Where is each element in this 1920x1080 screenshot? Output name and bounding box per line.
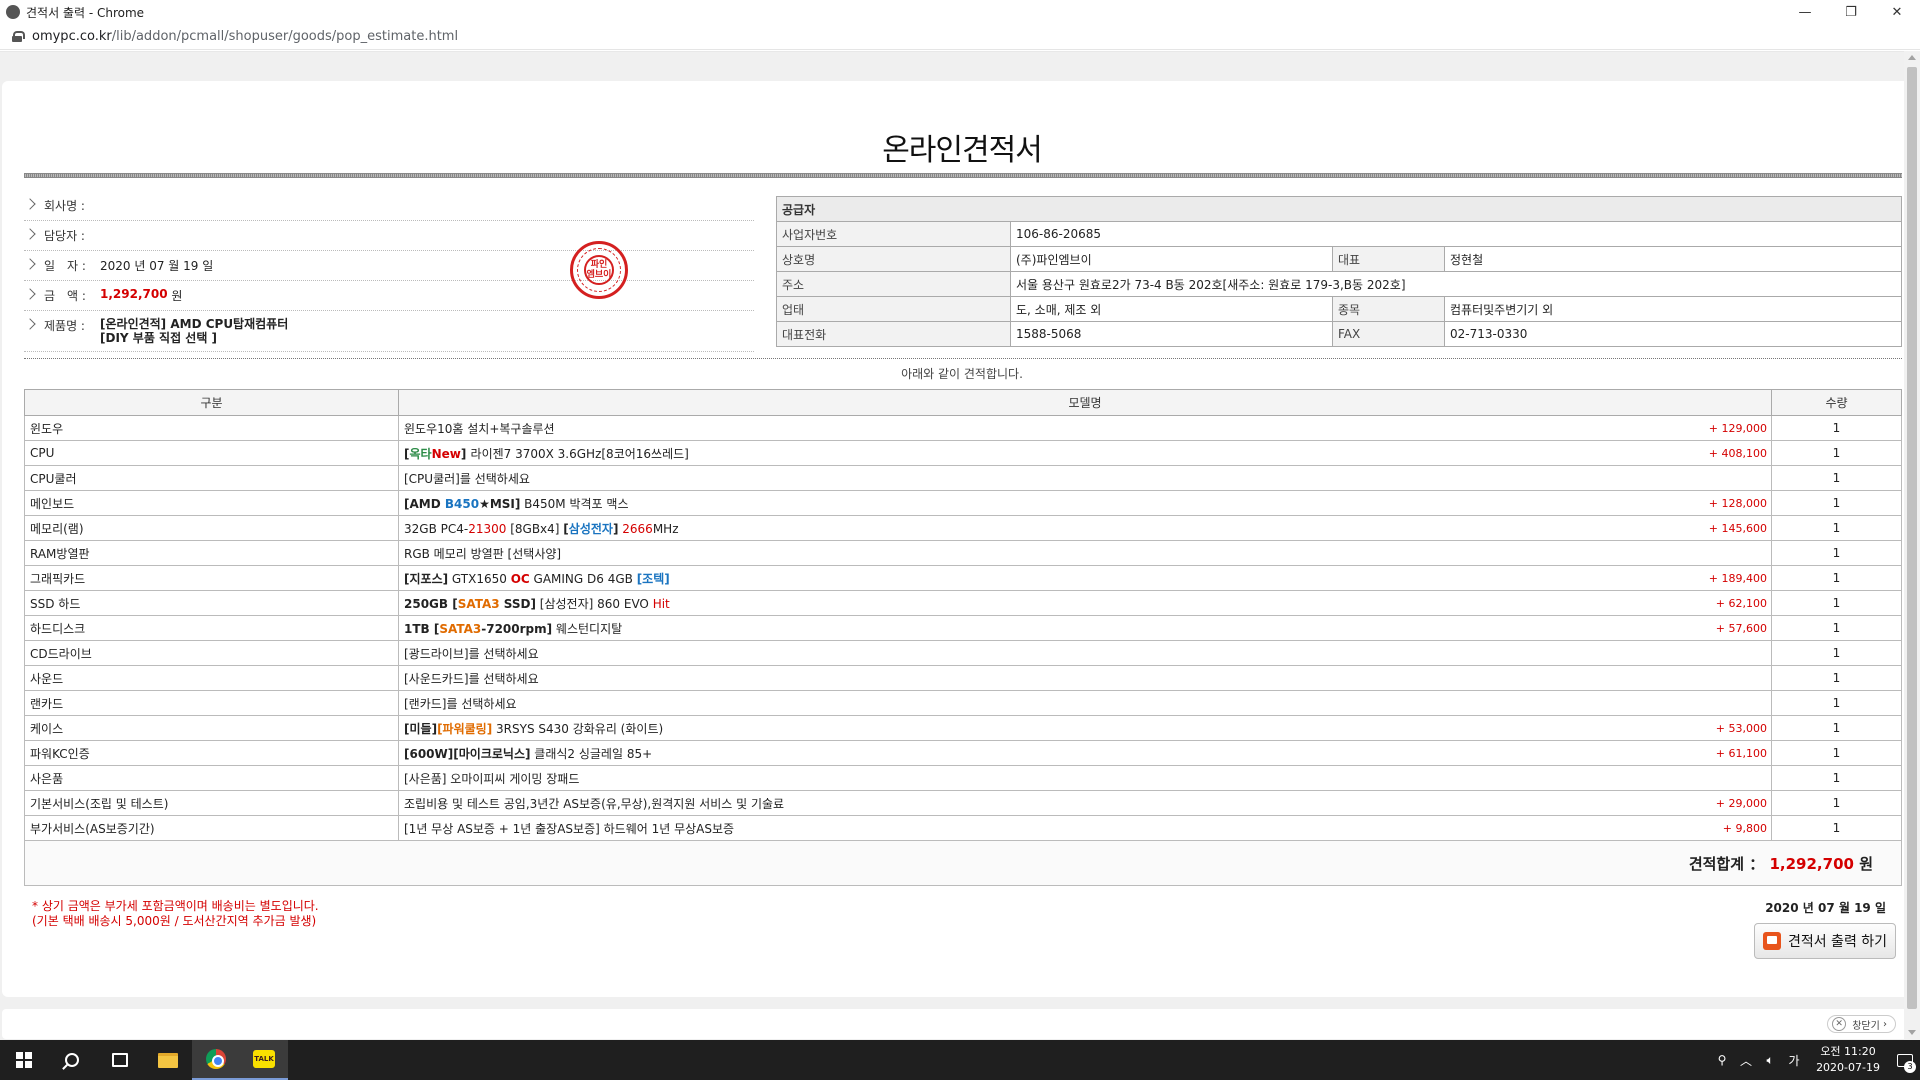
table-row: 기본서비스(조립 및 테스트) 조립비용 및 테스트 공임,3년간 AS보증(유,…	[24, 790, 1902, 816]
windows-icon	[16, 1052, 32, 1068]
system-tray: ⚲ ︿ 🔈︎ 가 오전 11:20 2020-07-19 3	[1710, 1040, 1920, 1080]
estimate-table: 구분모델명수량 윈도우윈도우10홈 설치+복구솔루션129,0001 CPU[옥…	[24, 389, 1902, 886]
start-button[interactable]	[0, 1040, 48, 1080]
biz-no: 106-86-20685	[1010, 221, 1902, 247]
lock-icon	[12, 31, 25, 42]
print-estimate-button[interactable]: 견적서 출력 하기	[1754, 923, 1896, 959]
people-icon[interactable]: ⚲	[1710, 1053, 1734, 1067]
file-explorer-button[interactable]	[144, 1040, 192, 1080]
scrollbar[interactable]	[1904, 51, 1920, 1040]
chevron-right-icon	[24, 288, 36, 300]
chrome-icon	[6, 5, 20, 19]
bottom-bar: ✕ 창닫기 ›	[2, 1009, 1916, 1039]
close-popup-button[interactable]: ✕ 창닫기 ›	[1827, 1015, 1896, 1033]
supplier-fax: 02-713-0330	[1444, 321, 1902, 347]
restore-button[interactable]: ❐	[1828, 0, 1874, 24]
estimate-intro: 아래와 같이 견적합니다.	[901, 367, 1023, 381]
ceo-name: 정현철	[1444, 246, 1902, 272]
url-path: /lib/addon/pcmall/shopuser/goods/pop_est…	[111, 29, 459, 44]
table-row: 그래픽카드 [지포스] GTX1650 OC GAMING D6 4GB [조텍]…	[24, 565, 1902, 591]
chevron-right-icon	[24, 318, 36, 330]
issue-date: 2020 년 07 월 19 일	[1765, 901, 1886, 915]
customer-info: 회사명 : 담당자 : 일 자 :2020 년 07 월 19 일 금 액 :1…	[24, 191, 754, 352]
company-seal: 파인 엠브이	[570, 241, 628, 299]
chevron-up-icon[interactable]: ︿	[1734, 1052, 1758, 1069]
table-row: CPU[옥타New] 라이젠7 3700X 3.6GHz[8코어16쓰레드]40…	[24, 440, 1902, 466]
volume-icon[interactable]: 🔈︎	[1758, 1053, 1782, 1068]
table-row: 메인보드[AMD B450★MSI] B450M 박격포 맥스128,0001	[24, 490, 1902, 516]
url-host: omypc.co.kr	[32, 29, 112, 44]
address-bar[interactable]: omypc.co.kr/lib/addon/pcmall/shopuser/go…	[0, 24, 1920, 50]
search-icon	[65, 1053, 79, 1067]
table-row: CPU쿨러 [CPU쿨러]를 선택하세요 1	[24, 465, 1902, 491]
table-row: 사은품 [사은품] 오마이피씨 게이밍 장패드 1	[24, 765, 1902, 791]
close-window-button[interactable]: ✕	[1874, 0, 1920, 24]
kakaotalk-icon: TALK	[253, 1050, 275, 1068]
amount-unit: 원	[171, 289, 183, 303]
biz-type: 도, 소매, 제조 외	[1010, 296, 1333, 322]
title-divider	[24, 173, 1902, 178]
total-value: 1,292,700	[1769, 854, 1854, 873]
supplier-tel: 1588-5068	[1010, 321, 1333, 347]
taskbar: TALK ⚲ ︿ 🔈︎ 가 오전 11:20 2020-07-19 3	[0, 1040, 1920, 1080]
table-row: 부가서비스(AS보증기간) [1년 무상 AS보증 + 1년 출장AS보증] 하드…	[24, 815, 1902, 841]
chevron-right-icon	[24, 198, 36, 210]
notification-button[interactable]: 3	[1890, 1040, 1920, 1080]
ime-indicator[interactable]: 가	[1782, 1052, 1806, 1069]
kakaotalk-button[interactable]: TALK	[240, 1040, 288, 1080]
table-row: 파워KC인증[600W][마이크로닉스] 클래식2 싱글레일 85+61,100…	[24, 740, 1902, 766]
task-view-button[interactable]	[96, 1040, 144, 1080]
page-title: 온라인견적서	[882, 133, 1043, 168]
table-row: 랜카드 [랜카드]를 선택하세요 1	[24, 690, 1902, 716]
printer-icon	[1762, 932, 1781, 950]
chrome-taskbar-button[interactable]	[192, 1040, 240, 1080]
window-title: 견적서 출력 - Chrome	[26, 5, 145, 20]
amount-value: 1,292,700	[100, 287, 168, 301]
task-view-icon	[112, 1053, 128, 1067]
minimize-button[interactable]: —	[1782, 0, 1828, 24]
folder-icon	[158, 1052, 178, 1068]
close-icon: ✕	[1832, 1017, 1847, 1031]
table-row: 메모리(램) 32GB PC4-21300 [8GBx4] [삼성전자] 2666…	[24, 515, 1902, 541]
biz-item: 컴퓨터및주변기기 외	[1444, 296, 1902, 322]
page-viewport: 온라인견적서 회사명 : 담당자 : 일 자 :2020 년 07 월 19 일…	[0, 51, 1920, 1040]
chrome-icon	[206, 1049, 226, 1069]
table-row: SSD 하드 250GB [SATA3 SSD] [삼성전자] 860 EVO H…	[24, 590, 1902, 616]
total-row: 견적합계 ： 1,292,700 원	[24, 840, 1902, 886]
search-button[interactable]	[48, 1040, 96, 1080]
browser-titlebar: 견적서 출력 - Chrome — ❐ ✕	[0, 0, 1920, 24]
supplier-header: 공급자	[776, 196, 1902, 222]
date-value: 2020 년 07 월 19 일	[100, 259, 214, 273]
product-value: [온라인견적] AMD CPU탑재컴퓨터 [DIY 부품 직접 선택 ]	[100, 317, 289, 345]
estimate-sheet: 온라인견적서 회사명 : 담당자 : 일 자 :2020 년 07 월 19 일…	[2, 81, 1916, 997]
table-row: 윈도우윈도우10홈 설치+복구솔루션129,0001	[24, 415, 1902, 441]
supplier-name: (주)파인엠브이	[1010, 246, 1333, 272]
table-row: 하드디스크1TB [SATA3-7200rpm] 웨스턴디지탈57,6001	[24, 615, 1902, 641]
table-row: RAM방열판 RGB 메모리 방열판 [선택사양] 1	[24, 540, 1902, 566]
clock[interactable]: 오전 11:20 2020-07-19	[1816, 1044, 1880, 1076]
table-row: 사운드 [사운드카드]를 선택하세요 1	[24, 665, 1902, 691]
table-row: CD드라이브 [광드라이브]를 선택하세요 1	[24, 640, 1902, 666]
supplier-address: 서울 용산구 원효로2가 73-4 B동 202호[새주소: 원효로 179-3…	[1010, 271, 1902, 297]
shipping-note: * 상기 금액은 부가세 포함금액이며 배송비는 별도입니다. (기본 택배 배송…	[32, 899, 319, 928]
supplier-table: 공급자 사업자번호 106-86-20685 상호명 (주)파인엠브이 대표 정현철 주…	[776, 196, 1902, 347]
chevron-right-icon	[24, 228, 36, 240]
chevron-right-icon	[24, 258, 36, 270]
table-row: 케이스[미들][파워쿨링] 3RSYS S430 강화유리 (화이트)53,00…	[24, 715, 1902, 741]
